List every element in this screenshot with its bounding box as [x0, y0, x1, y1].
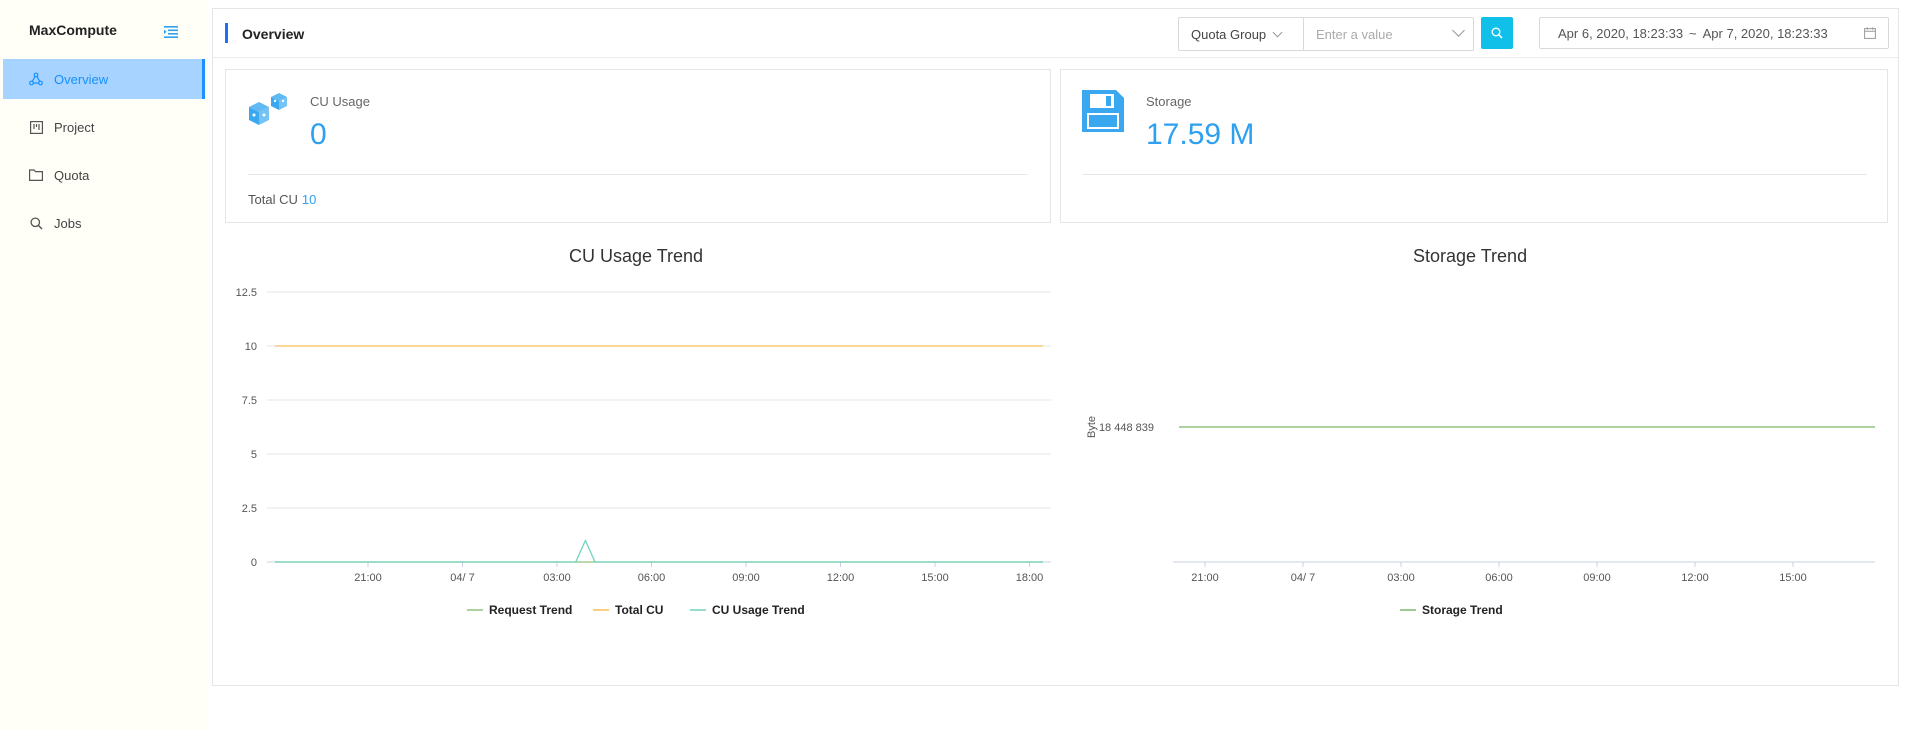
sidebar-item-label: Overview: [54, 71, 109, 87]
y-tick-label: 5: [251, 449, 257, 461]
legend-label: Storage Trend: [1422, 603, 1503, 617]
cluster-icon: [28, 71, 44, 87]
x-tick-label: 06:00: [638, 572, 666, 584]
x-tick-label: 03:00: [543, 572, 571, 584]
sidebar-item-overview[interactable]: Overview: [3, 59, 205, 99]
sidebar-item-label: Quota: [54, 167, 90, 183]
folder-icon: [28, 167, 44, 183]
sidebar-item-jobs[interactable]: Jobs: [3, 203, 205, 243]
x-tick-label: 21:00: [1191, 572, 1219, 584]
search-icon: [28, 215, 44, 231]
y-tick-label: 2.5: [242, 503, 257, 515]
x-tick-label: 21:00: [354, 572, 382, 584]
main-panel: Overview Quota Group Enter a value Apr 6…: [212, 8, 1899, 686]
x-tick-label: 04/ 7: [1291, 572, 1315, 584]
y-tick-label: 18 448 839: [1099, 422, 1154, 434]
x-tick-label: 06:00: [1485, 572, 1513, 584]
storage-trend-chart: 21:00 04/ 7 03:00 06:00 09:00 12:00 15:00 18 44…: [1086, 416, 1875, 617]
series-line-cu-usage-trend: [275, 539, 1043, 563]
x-tick-label: 12:00: [1681, 572, 1709, 584]
sidebar-item-quota[interactable]: Quota: [3, 155, 205, 195]
x-tick-label: 03:00: [1387, 572, 1415, 584]
x-tick-label: 15:00: [921, 572, 949, 584]
x-tick-label: 09:00: [1583, 572, 1611, 584]
x-tick-label: 04/ 7: [450, 572, 474, 584]
y-tick-label: 12.5: [236, 287, 257, 299]
sidebar-item-label: Jobs: [54, 215, 82, 231]
x-tick-label: 15:00: [1779, 572, 1807, 584]
project-icon: [28, 119, 44, 135]
legend-label: Total CU: [615, 603, 663, 617]
sidebar: MaxCompute Overview Project Quota Jobs: [0, 0, 208, 730]
legend-label: Request Trend: [489, 603, 572, 617]
x-tick-label: 12:00: [827, 572, 855, 584]
legend-label: CU Usage Trend: [712, 603, 805, 617]
y-tick-label: 0: [251, 557, 257, 569]
y-tick-label: 7.5: [242, 395, 257, 407]
y-tick-label: 10: [245, 341, 257, 353]
x-tick-label: 09:00: [732, 572, 760, 584]
menu-toggle-icon[interactable]: [164, 26, 178, 38]
x-tick-label: 18:00: [1016, 572, 1044, 584]
brand-title: MaxCompute: [29, 22, 117, 38]
y-axis-label: Byte: [1086, 416, 1098, 438]
cu-usage-trend-chart: 12.5 10 7.5 5 2.5 0 21:00 04/ 7 03:00 06:00 09:00 1…: [236, 287, 1051, 617]
sidebar-item-project[interactable]: Project: [3, 107, 205, 147]
sidebar-nav: Overview Project Quota Jobs: [3, 59, 205, 251]
sidebar-item-label: Project: [54, 119, 95, 135]
